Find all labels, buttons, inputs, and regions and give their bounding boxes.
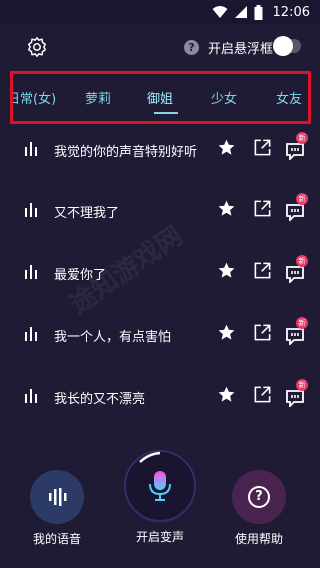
- help-label: 使用帮助: [234, 532, 283, 546]
- new-badge: 新: [296, 317, 308, 329]
- tab-girlfriend[interactable]: 女友: [276, 88, 302, 107]
- battery-icon: [254, 4, 263, 20]
- play-voice-icon[interactable]: [23, 201, 39, 217]
- status-time: 12:06: [272, 4, 310, 20]
- wifi-icon: [212, 6, 228, 18]
- float-window-label: 开启悬浮框: [208, 42, 274, 57]
- list-item[interactable]: 我一个人，有点害怕 新: [0, 315, 320, 355]
- star-icon[interactable]: [217, 385, 236, 404]
- toggle-knob: [273, 36, 293, 56]
- share-icon[interactable]: [253, 138, 272, 157]
- list-item[interactable]: 我觉的你的声音特别好听 新: [0, 130, 320, 170]
- star-icon[interactable]: [217, 199, 236, 218]
- status-bar: 12:06: [0, 0, 320, 24]
- active-tab-indicator: [154, 112, 178, 114]
- tab-loli[interactable]: 萝莉: [85, 88, 111, 107]
- signal-icon: [234, 6, 247, 18]
- share-icon[interactable]: [253, 323, 272, 342]
- play-voice-icon[interactable]: [23, 325, 39, 341]
- tab-girl[interactable]: 少女: [211, 88, 237, 107]
- my-voice-label: 我的语音: [32, 532, 81, 546]
- voice-text: 我觉的你的声音特别好听: [54, 145, 198, 160]
- voice-text: 最爱你了: [54, 268, 107, 283]
- play-voice-icon[interactable]: [23, 387, 39, 403]
- voice-text: 我长的又不漂亮: [54, 392, 146, 407]
- new-badge: 新: [296, 255, 308, 267]
- mic-circle: [124, 450, 196, 522]
- settings-gear-icon[interactable]: [26, 36, 48, 58]
- new-badge: 新: [296, 379, 308, 391]
- share-icon[interactable]: [253, 385, 272, 404]
- new-badge: 新: [296, 132, 308, 144]
- voice-text: 我一个人，有点害怕: [54, 330, 172, 345]
- help-button[interactable]: ? 使用帮助: [232, 470, 286, 547]
- help-icon: ?: [248, 486, 270, 508]
- tab-yujie[interactable]: 御姐: [147, 88, 173, 107]
- play-voice-icon[interactable]: [23, 263, 39, 279]
- waveform-icon: [49, 488, 67, 506]
- share-icon[interactable]: [253, 261, 272, 280]
- float-help-icon[interactable]: ?: [184, 40, 199, 55]
- my-voice-circle: [30, 470, 84, 524]
- bottom-bar: 我的语音 开启变声 ? 使用帮助: [0, 440, 320, 568]
- tab-daily-female[interactable]: 日常(女): [13, 88, 56, 107]
- list-item[interactable]: 最爱你了 新: [0, 253, 320, 293]
- play-voice-icon[interactable]: [23, 140, 39, 156]
- list-item[interactable]: 又不理我了 新: [0, 191, 320, 231]
- header: ? 开启悬浮框: [0, 24, 320, 70]
- start-voice-change-button[interactable]: 开启变声: [124, 450, 196, 545]
- progress-ring: [139, 451, 161, 463]
- float-window-toggle[interactable]: [273, 36, 301, 56]
- list-item[interactable]: 我长的又不漂亮 新: [0, 377, 320, 417]
- start-voice-change-label: 开启变声: [135, 530, 184, 544]
- star-icon[interactable]: [217, 261, 236, 280]
- help-circle: ?: [232, 470, 286, 524]
- new-badge: 新: [296, 193, 308, 205]
- share-icon[interactable]: [253, 199, 272, 218]
- voice-text: 又不理我了: [54, 206, 120, 221]
- star-icon[interactable]: [217, 323, 236, 342]
- star-icon[interactable]: [217, 138, 236, 157]
- my-voice-button[interactable]: 我的语音: [30, 470, 84, 547]
- category-tabs: 日常(女) 萝莉 御姐 少女 女友: [10, 71, 311, 124]
